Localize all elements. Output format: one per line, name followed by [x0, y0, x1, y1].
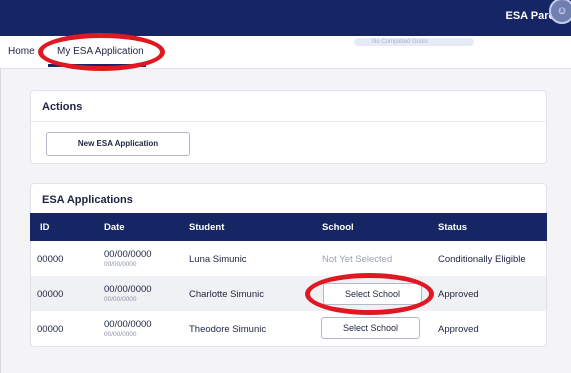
row-date-main: 00/00/0000 [104, 319, 152, 330]
row-status: Approved [438, 324, 479, 335]
row-date: 00/00/0000 00/00/0000 [104, 249, 152, 268]
column-header-status: Status [438, 222, 468, 233]
table-row: 00000 00/00/0000 00/00/0000 Luna Simunic… [31, 241, 546, 276]
row-status: Approved [438, 289, 479, 300]
column-header-student: Student [189, 222, 225, 233]
row-id: 00000 [37, 324, 64, 335]
row-date-main: 00/00/0000 [104, 249, 152, 260]
table-row: 00000 00/00/0000 00/00/0000 Theodore Sim… [31, 311, 546, 346]
column-header-id: ID [40, 222, 50, 233]
row-date: 00/00/0000 00/00/0000 [104, 284, 152, 303]
actions-title: Actions [42, 101, 83, 113]
row-date: 00/00/0000 00/00/0000 [104, 319, 152, 338]
row-status: Conditionally Eligible [438, 254, 526, 265]
row-id: 00000 [37, 289, 64, 300]
annotation-oval-nav [38, 33, 165, 71]
actions-divider [31, 121, 546, 122]
user-avatar-icon[interactable]: ☺ [549, 0, 571, 24]
applications-title: ESA Applications [42, 194, 133, 206]
row-id: 00000 [37, 254, 64, 265]
row-school-not-selected: Not Yet Selected [322, 254, 393, 265]
select-school-button[interactable]: Select School [321, 317, 420, 339]
top-bar: ESA Parent ☺ [0, 0, 571, 36]
row-date-sub: 00/00/0000 [104, 331, 137, 338]
annotation-oval-select-school [305, 273, 434, 315]
column-header-date: Date [104, 222, 125, 233]
row-date-sub: 00/00/0000 [104, 261, 137, 268]
actions-card: Actions New ESA Application [30, 90, 547, 164]
table-header: ID Date Student School Status [0, 213, 571, 241]
new-esa-application-button[interactable]: New ESA Application [46, 132, 190, 156]
column-header-school: School [322, 222, 354, 233]
faint-status-pill: No Completed Goals [354, 38, 474, 46]
table-row: 00000 00/00/0000 00/00/0000 Charlotte Si… [31, 276, 546, 311]
nav-home-link[interactable]: Home [8, 46, 35, 57]
row-student: Luna Simunic [189, 254, 247, 265]
row-date-main: 00/00/0000 [104, 284, 152, 295]
row-date-sub: 00/00/0000 [104, 296, 137, 303]
row-student: Theodore Simunic [189, 324, 267, 335]
row-student: Charlotte Simunic [189, 289, 264, 300]
